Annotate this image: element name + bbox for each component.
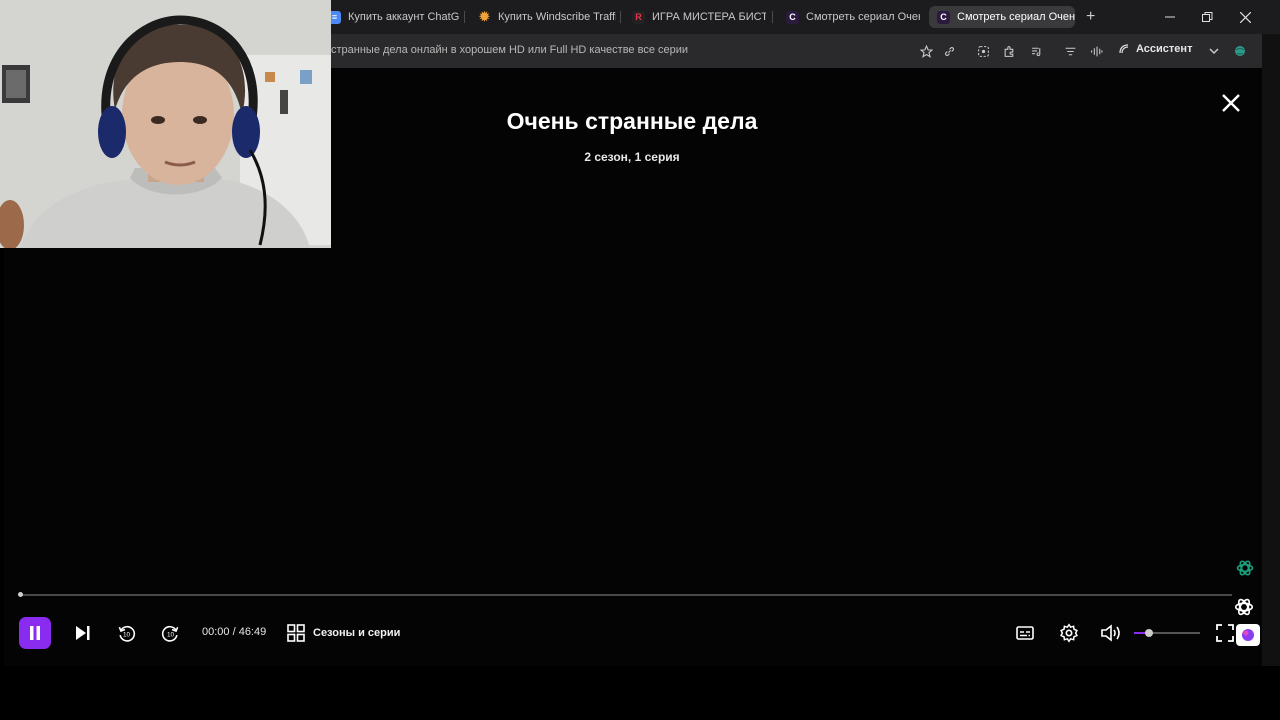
gear-icon (1060, 623, 1078, 643)
extension-icon[interactable] (1001, 43, 1017, 59)
new-tab-button[interactable]: + (1086, 8, 1095, 26)
skip-next-icon (76, 626, 90, 640)
browser-tab-active[interactable]: C Смотреть сериал Очень (929, 6, 1075, 28)
chatgpt-icon[interactable] (1234, 557, 1256, 579)
tab-divider (772, 11, 773, 23)
fullscreen-button[interactable] (1214, 622, 1236, 644)
next-episode-button[interactable] (72, 622, 94, 644)
volume-icon (1101, 624, 1120, 642)
browser-tab[interactable]: C Смотреть сериал Очень (778, 6, 920, 28)
volume-handle[interactable] (1144, 629, 1153, 637)
subtitles-icon (1016, 626, 1034, 640)
forward-10-icon: 10 (161, 625, 178, 642)
progress-handle[interactable] (18, 592, 23, 597)
seasons-label: Сезоны и серии (313, 627, 401, 639)
browser-tab[interactable]: ≡ Купить аккаунт ChatGPT (320, 6, 460, 28)
svg-text:10: 10 (122, 631, 130, 638)
close-window-button[interactable] (1235, 7, 1255, 27)
svg-text:10: 10 (166, 631, 174, 638)
scrollbar-area[interactable] (1262, 34, 1280, 674)
restore-button[interactable] (1197, 7, 1217, 27)
browser-tab[interactable]: ✹ Купить Windscribe Traffic (470, 6, 616, 28)
tab-label: Смотреть сериал Очень (957, 11, 1075, 23)
extension-badge-button[interactable] (1236, 624, 1260, 646)
desktop-background (0, 666, 1280, 720)
minimize-icon (1165, 16, 1175, 18)
assistant-orb-icon (1242, 629, 1254, 641)
assistant-icon (1119, 44, 1129, 54)
sun-icon: ✹ (479, 9, 490, 24)
assistant-button[interactable]: Ассистент (1118, 43, 1192, 55)
url-text[interactable]: странные дела онлайн в хорошем HD или Fu… (331, 44, 688, 56)
webcam-overlay (0, 0, 331, 248)
subtitles-button[interactable] (1014, 622, 1036, 644)
minimize-button[interactable] (1160, 7, 1180, 27)
globe-icon[interactable] (1232, 43, 1248, 59)
restore-icon (1201, 11, 1212, 22)
seasons-episodes-button[interactable]: Сезоны и серии (287, 624, 400, 642)
settings-button[interactable] (1057, 621, 1081, 645)
ai-assistant-icon[interactable] (1232, 595, 1256, 619)
browser-tab[interactable]: R ИГРА МИСТЕРА БИСТА | (624, 6, 766, 28)
tab-divider (464, 11, 465, 23)
assistant-label: Ассистент (1136, 43, 1193, 55)
tab-label: Купить аккаунт ChatGPT (348, 11, 460, 23)
tab-label: Смотреть сериал Очень (806, 11, 920, 23)
reader-mode-icon[interactable] (1062, 43, 1078, 59)
c-logo-icon: C (786, 10, 799, 24)
r-logo-icon: R (632, 10, 645, 24)
pause-icon (30, 626, 40, 640)
tab-label: ИГРА МИСТЕРА БИСТА | (652, 11, 766, 23)
volume-button[interactable] (1100, 622, 1124, 644)
close-icon (1239, 11, 1251, 23)
c-logo-icon: C (937, 10, 950, 24)
fullscreen-icon (1216, 624, 1234, 642)
webcam-person-image (0, 0, 331, 248)
link-icon[interactable] (941, 43, 957, 59)
music-icon[interactable] (1028, 43, 1044, 59)
rewind-10-icon: 10 (118, 625, 135, 642)
tab-divider (620, 11, 621, 23)
screenshot-icon[interactable] (975, 43, 991, 59)
forward-10-button[interactable]: 10 (159, 622, 181, 644)
pause-button[interactable] (19, 617, 51, 649)
grid-icon (287, 624, 305, 642)
tab-label: Купить Windscribe Traffic (498, 11, 616, 23)
rewind-10-button[interactable]: 10 (115, 622, 137, 644)
bookmark-star-icon[interactable] (918, 43, 934, 59)
time-display: 00:00 / 46:49 (202, 626, 267, 638)
audio-wave-icon[interactable] (1088, 43, 1104, 59)
volume-slider[interactable] (1134, 629, 1200, 637)
chevron-down-icon[interactable] (1206, 43, 1222, 59)
progress-bar[interactable] (20, 594, 1232, 596)
